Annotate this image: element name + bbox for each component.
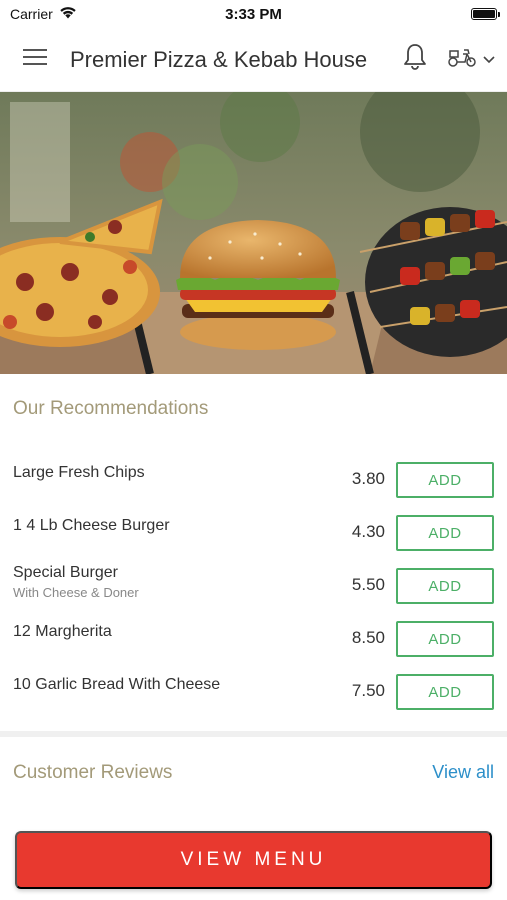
- recommendations-heading: Our Recommendations: [13, 398, 209, 419]
- notifications-button[interactable]: [397, 40, 433, 80]
- list-item: 1 4 Lb Cheese Burger 4.30 ADD: [0, 506, 507, 559]
- item-subtitle: With Cheese & Doner: [13, 585, 139, 600]
- add-button[interactable]: ADD: [396, 515, 494, 551]
- carrier-label: Carrier: [10, 6, 53, 22]
- battery-icon: [471, 8, 500, 20]
- view-menu-button[interactable]: VIEW MENU: [15, 831, 492, 889]
- recommendations-list: Large Fresh Chips 3.80 ADD 1 4 Lb Cheese…: [0, 453, 507, 718]
- chevron-down-icon: [483, 51, 495, 69]
- add-button[interactable]: ADD: [396, 674, 494, 710]
- app-header: Premier Pizza & Kebab House: [0, 28, 507, 92]
- item-price: 4.30: [351, 522, 385, 541]
- list-item: 12 Margherita 8.50 ADD: [0, 612, 507, 665]
- hero-food-banner: [0, 92, 507, 374]
- menu-button[interactable]: [0, 28, 70, 92]
- bell-icon: [403, 43, 427, 76]
- status-left: Carrier: [10, 6, 77, 22]
- list-item: 10 Garlic Bread With Cheese 7.50 ADD: [0, 665, 507, 718]
- item-name: 12 Margherita: [13, 623, 112, 640]
- hamburger-menu-icon: [23, 48, 47, 71]
- status-bar: Carrier 3:33 PM: [0, 0, 507, 28]
- item-name: Large Fresh Chips: [13, 464, 145, 481]
- add-button[interactable]: ADD: [396, 462, 494, 498]
- list-item: Large Fresh Chips 3.80 ADD: [0, 453, 507, 506]
- add-button[interactable]: ADD: [396, 621, 494, 657]
- item-price: 8.50: [351, 628, 385, 647]
- wifi-icon: [59, 6, 77, 22]
- view-all-reviews-link[interactable]: View all: [432, 762, 494, 783]
- item-price: 7.50: [351, 681, 385, 700]
- item-price: 3.80: [351, 469, 385, 488]
- item-name: 10 Garlic Bread With Cheese: [13, 676, 221, 693]
- list-item: Special Burger With Cheese & Doner 5.50 …: [0, 559, 507, 612]
- item-name: 1 4 Lb Cheese Burger: [13, 517, 170, 534]
- scooter-icon: [447, 46, 477, 73]
- reviews-heading: Customer Reviews: [13, 762, 173, 783]
- section-divider: [0, 731, 507, 737]
- item-price: 5.50: [351, 575, 385, 594]
- item-name: Special Burger: [13, 564, 118, 581]
- restaurant-title: Premier Pizza & Kebab House: [70, 46, 368, 72]
- add-button[interactable]: ADD: [396, 568, 494, 604]
- delivery-mode-dropdown[interactable]: [443, 40, 507, 80]
